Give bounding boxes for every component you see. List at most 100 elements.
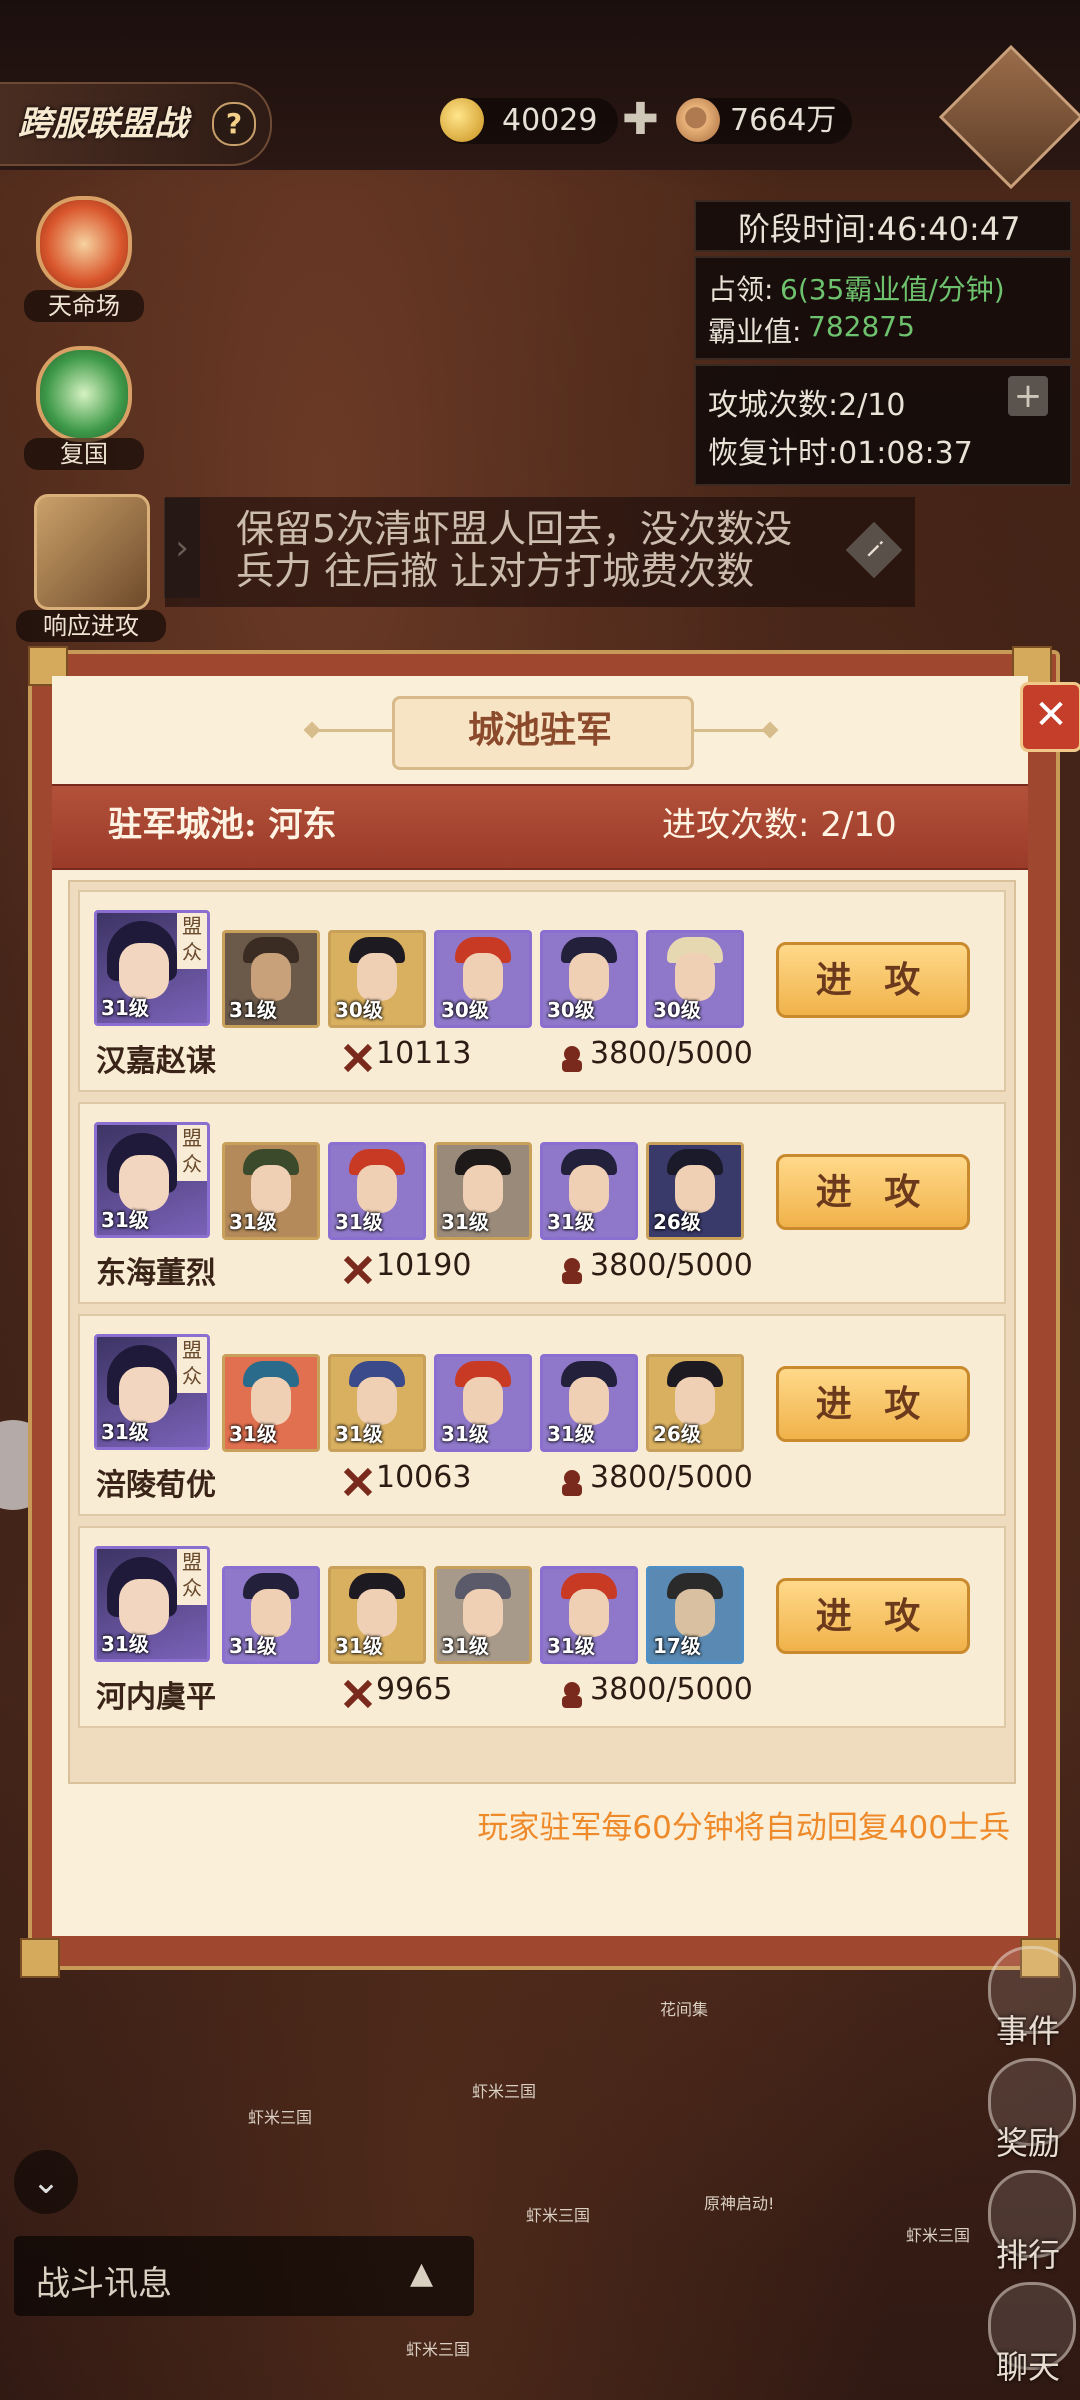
garrison-row: 盟众 31级 31级 30级 30级 30级 30级 进 攻 汉嘉赵谋 10113… xyxy=(78,890,1006,1092)
map-label: 虾米三国 xyxy=(472,2082,537,2101)
player-name: 河内虞平 xyxy=(96,1680,216,1715)
chat-label: 聊天 xyxy=(996,2348,1061,2386)
expand-up-icon[interactable]: ▲ xyxy=(410,2256,433,2291)
hero-level: 31级 xyxy=(229,1634,277,1658)
crossed-swords-icon xyxy=(343,1679,373,1709)
leader-avatar[interactable]: 盟众 31级 xyxy=(94,910,210,1026)
crossed-swords-icon xyxy=(343,1467,373,1497)
hero-portrait[interactable]: 31级 xyxy=(434,1354,532,1452)
dialog-title: 城池驻军 xyxy=(467,709,612,751)
hero-portrait[interactable]: 17级 xyxy=(646,1566,744,1664)
hero-level: 31级 xyxy=(441,1634,489,1658)
power-value: 10113 xyxy=(376,1036,472,1071)
hero-portrait[interactable]: 31级 xyxy=(222,1566,320,1664)
hero-portrait[interactable]: 30级 xyxy=(434,930,532,1028)
garrison-row: 盟众 31级 31级 31级 31级 31级 26级 进 攻 涪陵荀优 10063… xyxy=(78,1314,1006,1516)
alliance-tag: 盟众 xyxy=(177,1337,207,1393)
troops-value: 3800/5000 xyxy=(590,1036,753,1071)
hero-portrait[interactable]: 30级 xyxy=(646,930,744,1028)
hero-level: 31级 xyxy=(441,1210,489,1234)
hero-portrait[interactable]: 31级 xyxy=(328,1566,426,1664)
title-divider xyxy=(688,729,768,732)
occupy-value: 6(35霸业值/分钟) xyxy=(780,273,1005,306)
add-currency-icon[interactable]: ✚ xyxy=(622,94,659,145)
attack-button[interactable]: 进 攻 xyxy=(776,1154,970,1230)
troops-icon xyxy=(562,1046,582,1072)
attack-count-label: 进攻次数: 2/10 xyxy=(662,805,897,845)
hero-level: 30级 xyxy=(653,998,701,1022)
hero-portrait[interactable]: 26级 xyxy=(646,1142,744,1240)
notice-line-2: 兵力 往后撤 让对方打城费次数 xyxy=(236,549,755,593)
crossed-swords-icon xyxy=(343,1043,373,1073)
title-divider xyxy=(318,729,392,732)
help-icon[interactable]: ? xyxy=(212,102,256,146)
hero-level: 26级 xyxy=(653,1422,701,1446)
battle-info-label: 战斗讯息 xyxy=(36,2264,172,2304)
attack-button[interactable]: 进 攻 xyxy=(776,1366,970,1442)
player-name: 涪陵荀优 xyxy=(96,1468,216,1503)
hero-level: 31级 xyxy=(335,1422,383,1446)
hero-portrait[interactable]: 31级 xyxy=(434,1566,532,1664)
destiny-arena-label: 天命场 xyxy=(24,290,144,322)
troops-value: 3800/5000 xyxy=(590,1672,753,1707)
frame-corner xyxy=(20,1938,60,1978)
hero-portrait[interactable]: 30级 xyxy=(328,930,426,1028)
hero-portrait[interactable]: 31级 xyxy=(434,1142,532,1240)
player-name: 汉嘉赵谋 xyxy=(96,1044,216,1079)
recover-time: 恢复计时:01:08:37 xyxy=(708,436,973,471)
attack-count: 攻城次数:2/10 xyxy=(708,388,906,423)
leader-level: 31级 xyxy=(101,1208,149,1232)
leader-avatar[interactable]: 盟众 31级 xyxy=(94,1546,210,1662)
hero-level: 31级 xyxy=(229,1422,277,1446)
troops-icon xyxy=(562,1258,582,1284)
add-attack-button[interactable]: + xyxy=(1008,376,1048,416)
map-label: 虾米三国 xyxy=(248,2108,313,2127)
collapse-chevron-icon[interactable]: ⌄ xyxy=(14,2150,78,2214)
hero-level: 31级 xyxy=(547,1634,595,1658)
hero-portrait[interactable]: 31级 xyxy=(222,1142,320,1240)
map-label: 原神启动! xyxy=(704,2194,775,2213)
hero-portrait[interactable]: 26级 xyxy=(646,1354,744,1452)
troops-icon xyxy=(562,1470,582,1496)
troops-value: 3800/5000 xyxy=(590,1460,753,1495)
hero-level: 31级 xyxy=(229,998,277,1022)
attack-button[interactable]: 进 攻 xyxy=(776,942,970,1018)
sword-shield-icon[interactable] xyxy=(34,494,150,610)
hero-portrait[interactable]: 31级 xyxy=(540,1566,638,1664)
respond-attack-label: 响应进攻 xyxy=(16,610,166,642)
hero-level: 31级 xyxy=(335,1634,383,1658)
phase-time: 阶段时间:46:40:47 xyxy=(738,210,1021,248)
hero-portrait[interactable]: 31级 xyxy=(540,1142,638,1240)
hero-level: 31级 xyxy=(547,1422,595,1446)
gold-ingot-icon xyxy=(440,98,484,142)
map-label: 虾米三国 xyxy=(906,2226,971,2245)
hero-level: 31级 xyxy=(335,1210,383,1234)
gold-value: 40029 xyxy=(502,103,598,138)
hero-portrait[interactable]: 30级 xyxy=(540,930,638,1028)
occupy-label: 占领: xyxy=(708,273,774,306)
page-title: 跨服联盟战 xyxy=(18,104,188,144)
close-button[interactable]: ✕ xyxy=(1020,682,1080,752)
hero-level: 17级 xyxy=(653,1634,701,1658)
leader-avatar[interactable]: 盟众 31级 xyxy=(94,1334,210,1450)
alliance-tag: 盟众 xyxy=(177,913,207,969)
restore-nation-icon[interactable] xyxy=(36,346,132,442)
hero-portrait[interactable]: 31级 xyxy=(540,1354,638,1452)
destiny-arena-icon[interactable] xyxy=(36,196,132,292)
copper-coin-icon xyxy=(676,98,720,142)
power-value: 10063 xyxy=(376,1460,472,1495)
hero-level: 26级 xyxy=(653,1210,701,1234)
hero-portrait[interactable]: 31级 xyxy=(328,1142,426,1240)
leader-avatar[interactable]: 盟众 31级 xyxy=(94,1122,210,1238)
hero-portrait[interactable]: 31级 xyxy=(222,1354,320,1452)
hero-portrait[interactable]: 31级 xyxy=(222,930,320,1028)
troops-value: 3800/5000 xyxy=(590,1248,753,1283)
attack-button[interactable]: 进 攻 xyxy=(776,1578,970,1654)
crossed-swords-icon xyxy=(343,1255,373,1285)
hegemony-label: 霸业值: xyxy=(708,315,802,348)
hero-portrait[interactable]: 31级 xyxy=(328,1354,426,1452)
garrison-row: 盟众 31级 31级 31级 31级 31级 17级 进 攻 河内虞平 9965 … xyxy=(78,1526,1006,1728)
leader-level: 31级 xyxy=(101,1420,149,1444)
hero-level: 30级 xyxy=(441,998,489,1022)
leader-level: 31级 xyxy=(101,1632,149,1656)
